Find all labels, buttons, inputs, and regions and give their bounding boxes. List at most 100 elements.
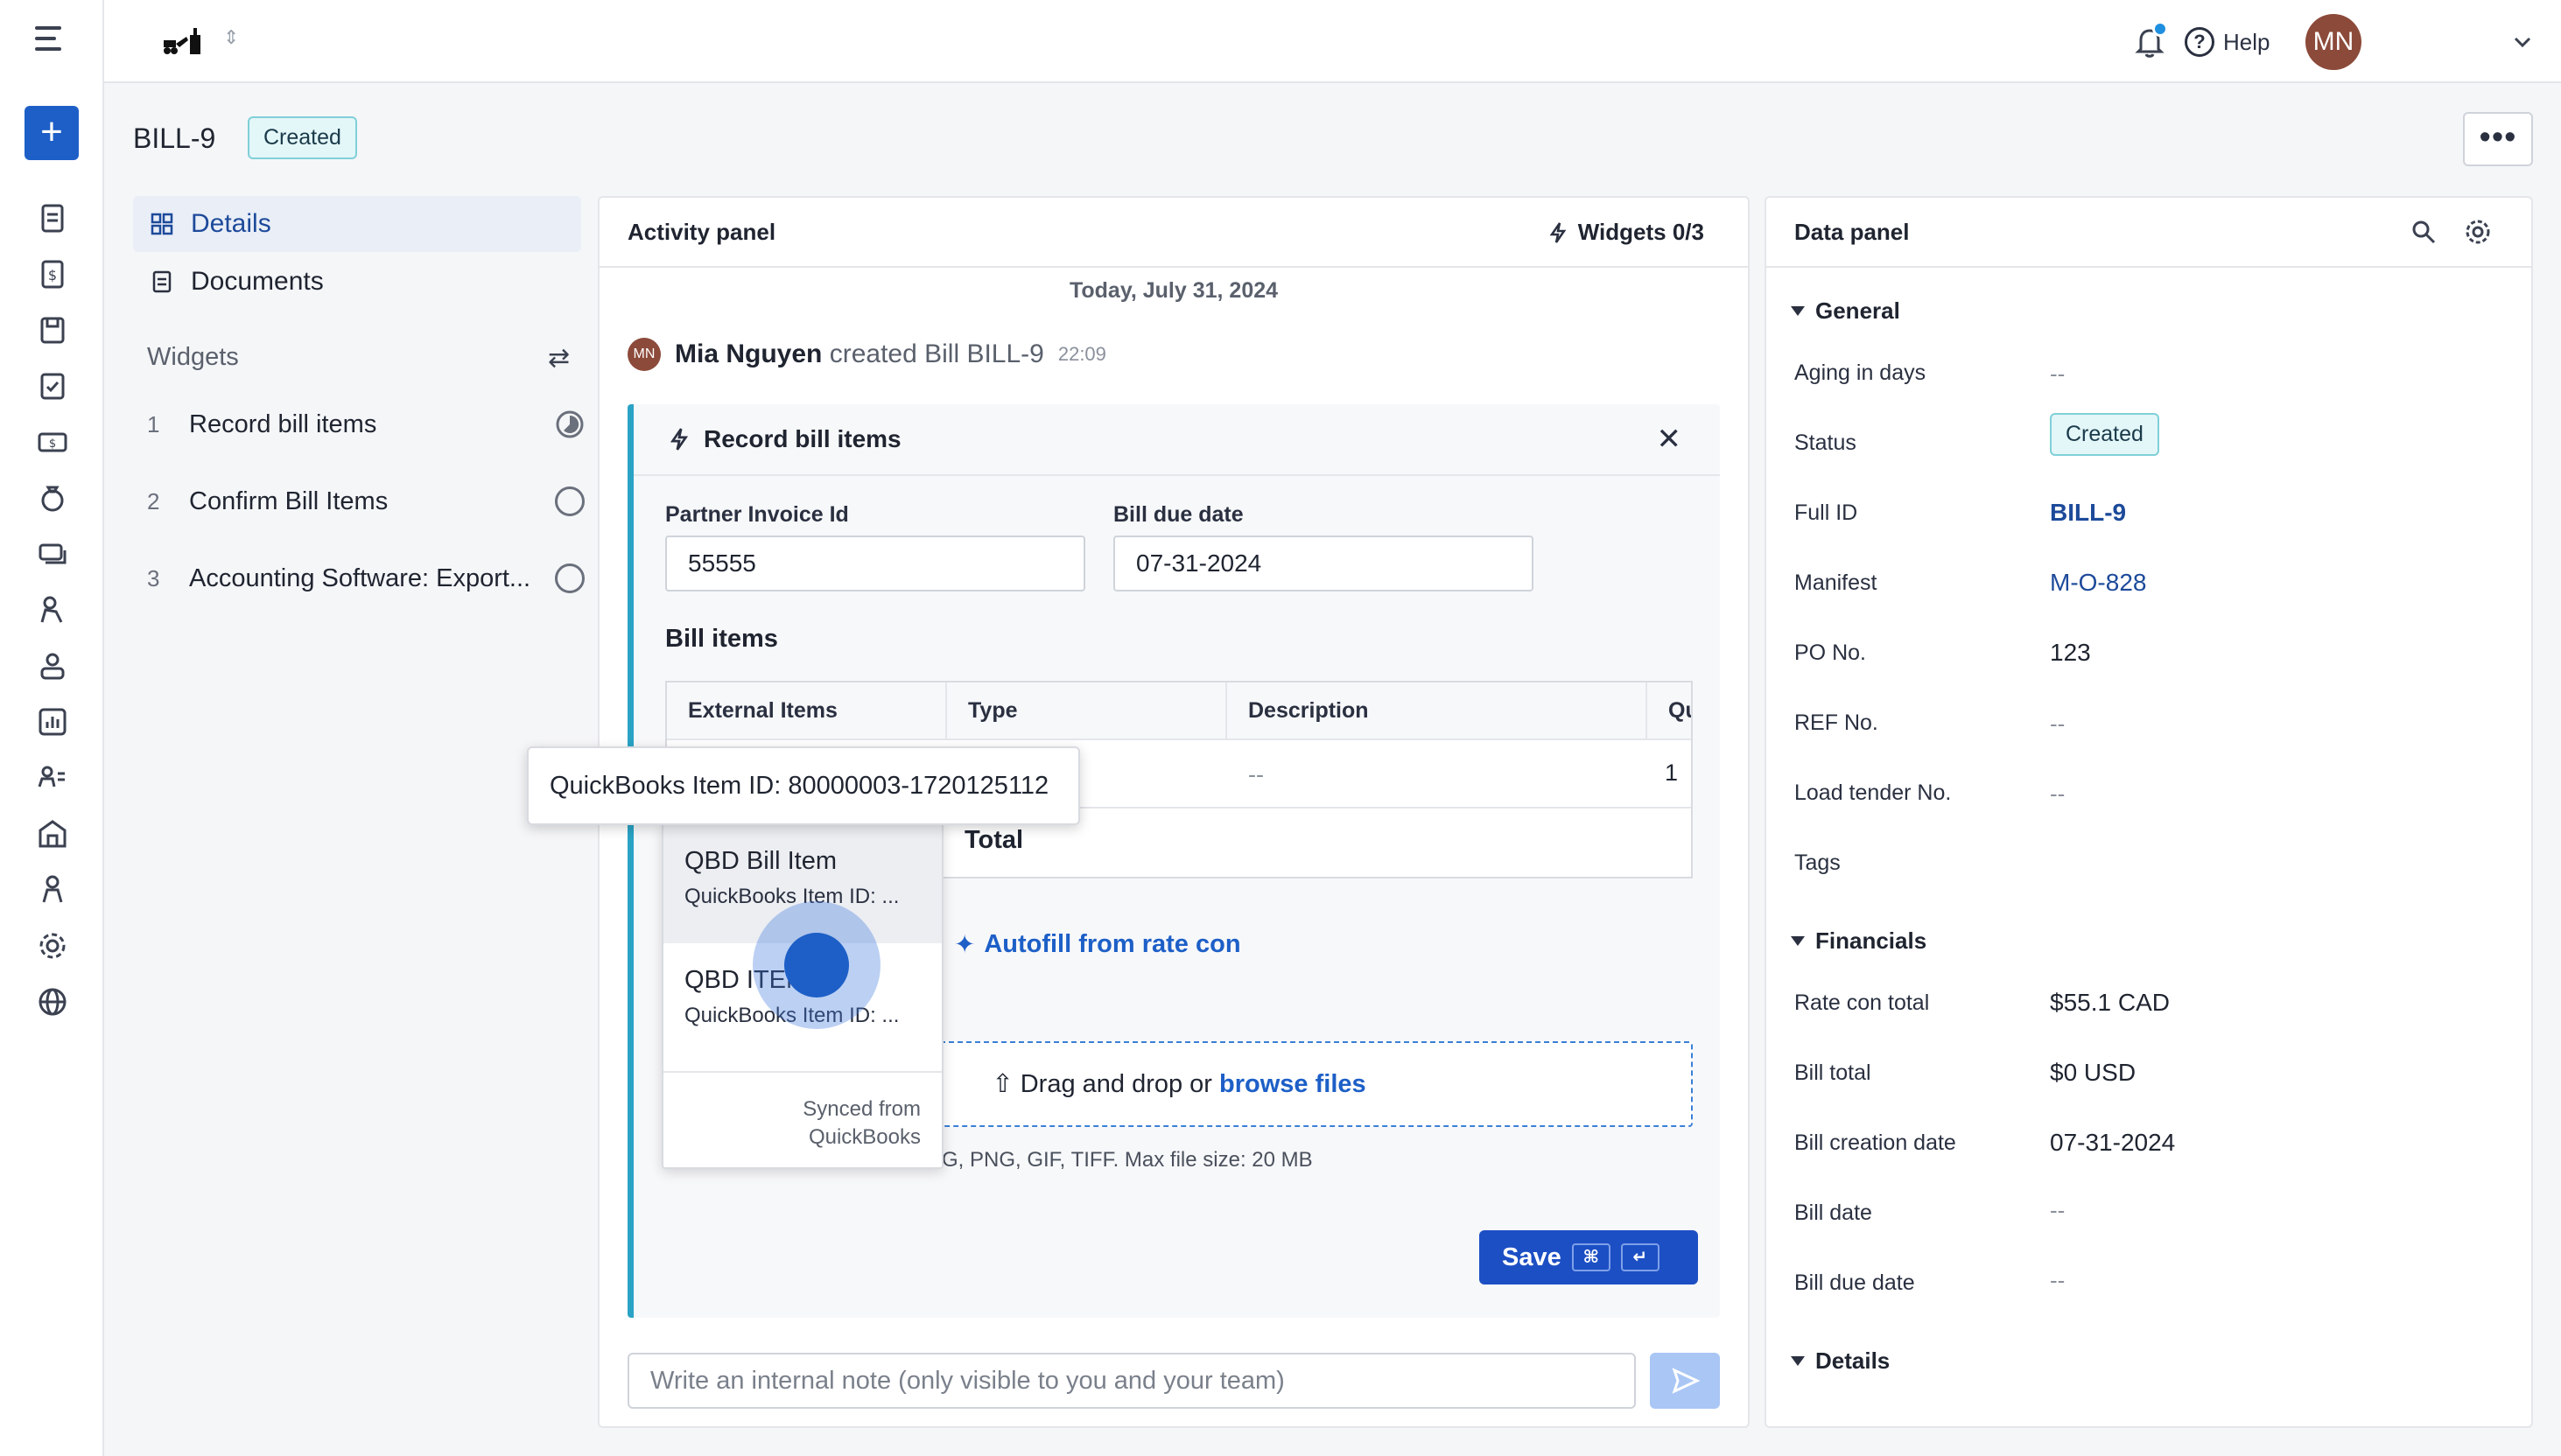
reports-icon[interactable]: [35, 704, 70, 739]
money-bag-icon[interactable]: [35, 480, 70, 515]
nav-documents-label: Documents: [191, 267, 324, 296]
dispatch-icon[interactable]: [35, 592, 70, 627]
bill-items-title: Bill items: [665, 625, 778, 653]
autofill-label: Autofill from rate con: [984, 930, 1241, 958]
widget-label: Confirm Bill Items: [189, 486, 389, 515]
partner-invoice-input[interactable]: 55555: [665, 536, 1085, 592]
full-id-link[interactable]: BILL-9: [2050, 499, 2126, 527]
field-label: REF No.: [1794, 710, 1878, 735]
widgets-heading: Widgets: [147, 343, 239, 371]
quickbooks-label: QuickBooks: [808, 1125, 921, 1149]
gear-icon[interactable]: [2463, 217, 2493, 247]
close-icon[interactable]: ✕: [1657, 422, 1682, 457]
date-divider: Today, July 31, 2024: [1069, 278, 1279, 303]
internal-note-input[interactable]: Write an internal note (only visible to …: [628, 1353, 1636, 1409]
send-button[interactable]: [1650, 1353, 1720, 1409]
progress-half-icon: [556, 410, 584, 438]
data-panel-title: Data panel: [1794, 219, 1910, 245]
due-date-input[interactable]: 07-31-2024: [1113, 536, 1533, 592]
left-rail: + $ $: [0, 0, 104, 1456]
nav-details-label: Details: [191, 209, 271, 238]
caret-down-icon: [1791, 306, 1805, 316]
save-doc-icon[interactable]: [35, 312, 70, 347]
bill-date-value: --: [2050, 1197, 2066, 1223]
field-label: PO No.: [1794, 640, 1866, 665]
more-actions-button[interactable]: •••: [2463, 112, 2533, 166]
widget-number: 2: [147, 487, 160, 514]
widget-title: Record bill items: [704, 425, 902, 452]
contacts-icon[interactable]: [35, 760, 70, 795]
activity-header: Activity panel Widgets 0/3: [600, 198, 1748, 268]
save-button[interactable]: Save ⌘ ↵: [1479, 1230, 1698, 1284]
nav-documents[interactable]: Documents: [133, 254, 581, 310]
enter-key-icon: ↵: [1620, 1243, 1659, 1271]
create-new-button[interactable]: +: [25, 106, 79, 160]
field-label: Bill creation date: [1794, 1130, 1956, 1155]
po-value: 123: [2050, 639, 2091, 666]
data-panel: Data panel General Aging in days -- Stat…: [1765, 196, 2533, 1428]
send-icon: [1672, 1368, 1701, 1394]
caret-down-icon: [1791, 1356, 1805, 1366]
svg-text:$: $: [49, 438, 56, 451]
field-label: Full ID: [1794, 500, 1858, 525]
page-title: BILL-9: [133, 122, 216, 154]
widget-item-accounting-export[interactable]: 3 Accounting Software: Export...: [147, 556, 585, 600]
widget-label: Record bill items: [189, 410, 377, 438]
option-name: QBD Bill Item: [684, 847, 838, 875]
row-quantity[interactable]: 1: [1665, 760, 1678, 787]
settings-gear-icon[interactable]: [35, 928, 70, 963]
notification-dot: [2152, 21, 2168, 37]
section-general[interactable]: General: [1791, 298, 1900, 325]
caret-down-icon: [1791, 936, 1805, 946]
company-logo[interactable]: [162, 24, 214, 60]
clipboard-icon[interactable]: [35, 200, 70, 235]
search-icon[interactable]: [2410, 219, 2437, 245]
command-key-icon: ⌘: [1571, 1243, 1610, 1271]
globe-icon[interactable]: [35, 984, 70, 1019]
checklist-icon[interactable]: [35, 368, 70, 403]
data-panel-header: Data panel: [1766, 198, 2531, 268]
widget-number: 1: [147, 410, 160, 438]
payments-icon[interactable]: [35, 536, 70, 571]
dropdown-footer: Synced from QuickBooks: [663, 1071, 942, 1174]
status-circle-icon: [555, 564, 585, 593]
status-badge: Created: [248, 116, 357, 159]
invoice-dollar-icon[interactable]: $: [35, 256, 70, 291]
activity-event: MN Mia Nguyen created Bill BILL-9 22:09: [628, 338, 1106, 371]
widgets-count-button[interactable]: Widgets 0/3: [1548, 219, 1704, 246]
field-label: Status: [1794, 430, 1856, 455]
facility-icon[interactable]: [35, 816, 70, 851]
browse-files-link[interactable]: browse files: [1219, 1070, 1366, 1098]
swap-arrows-icon[interactable]: ⇄: [548, 343, 570, 374]
partner-invoice-label: Partner Invoice Id: [665, 502, 849, 527]
document-icon: [152, 270, 172, 293]
menu-toggle-icon[interactable]: [35, 26, 70, 56]
section-general-label: General: [1815, 298, 1900, 324]
chevron-down-icon[interactable]: [2510, 30, 2535, 54]
field-label: Bill total: [1794, 1060, 1871, 1085]
org-switcher-icon[interactable]: ⇕: [223, 26, 239, 49]
cash-icon[interactable]: $: [35, 424, 70, 459]
section-financials[interactable]: Financials: [1791, 928, 1926, 955]
aging-value: --: [2050, 360, 2066, 387]
event-action: created Bill BILL-9: [829, 340, 1044, 368]
help-button[interactable]: ? Help: [2185, 24, 2270, 60]
save-label: Save: [1502, 1242, 1561, 1271]
section-financials-label: Financials: [1815, 928, 1927, 954]
ref-value: --: [2050, 710, 2066, 737]
users-icon[interactable]: [35, 648, 70, 683]
driver-icon[interactable]: [35, 872, 70, 907]
nav-details[interactable]: Details: [133, 196, 581, 252]
manifest-link[interactable]: M-O-828: [2050, 569, 2146, 597]
widget-item-confirm-bill-items[interactable]: 2 Confirm Bill Items: [147, 480, 585, 523]
file-type-hint: G, PNG, GIF, TIFF. Max file size: 20 MB: [942, 1148, 1313, 1172]
field-label: Manifest: [1794, 570, 1877, 595]
autofill-link[interactable]: ✦ Autofill from rate con: [954, 929, 1241, 960]
help-label: Help: [2223, 28, 2270, 55]
field-label: Rate con total: [1794, 990, 1930, 1015]
user-avatar[interactable]: MN: [2305, 14, 2361, 70]
bill-total-value: $0 USD: [2050, 1059, 2137, 1086]
widget-item-record-bill-items[interactable]: 1 Record bill items: [147, 402, 585, 446]
section-details[interactable]: Details: [1791, 1348, 1890, 1375]
field-label: Bill due date: [1794, 1270, 1915, 1295]
